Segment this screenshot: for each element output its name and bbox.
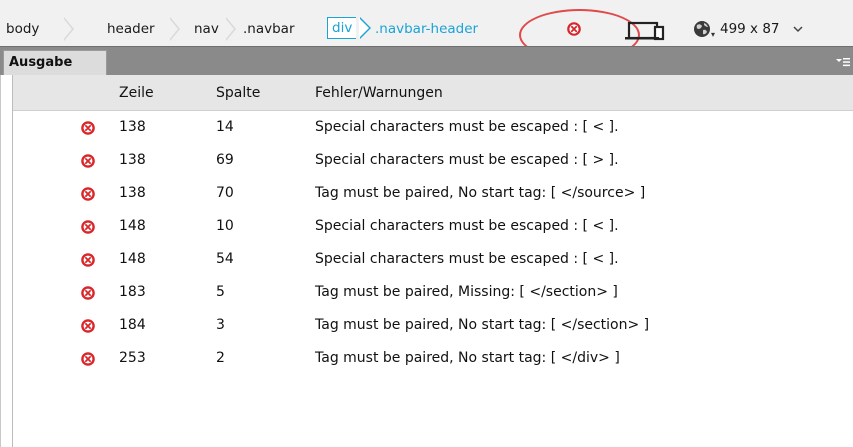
error-icon — [81, 220, 95, 234]
cell-message: Special characters must be escaped : [ >… — [315, 152, 619, 168]
crumb-body[interactable]: body — [6, 17, 39, 41]
crumb-navbar-header[interactable]: .navbar-header — [375, 17, 478, 41]
table-row[interactable]: 183 5 Tag must be paired, Missing: [ </sec… — [13, 276, 853, 309]
error-icon — [81, 154, 95, 168]
cell-column: 2 — [216, 350, 225, 366]
error-icon — [81, 121, 95, 135]
cell-line: 138 — [119, 152, 146, 168]
cell-line: 148 — [119, 251, 146, 267]
error-icon — [81, 286, 95, 300]
crumb-navbar[interactable]: .navbar — [243, 17, 295, 41]
cell-message: Special characters must be escaped : [ <… — [315, 251, 619, 267]
chevron-down-icon[interactable]: ▾ — [711, 31, 715, 39]
panel-tab-strip: Ausgabe — [0, 46, 853, 76]
cell-column: 10 — [216, 218, 234, 234]
error-icon — [81, 253, 95, 267]
table-row[interactable]: 138 70 Tag must be paired, No start tag: [… — [13, 177, 853, 210]
error-icon — [81, 319, 95, 333]
cell-column: 70 — [216, 185, 234, 201]
table-row[interactable]: 148 10 Special characters must be escaped … — [13, 210, 853, 243]
table-row[interactable]: 138 69 Special characters must be escaped … — [13, 144, 853, 177]
column-header-message[interactable]: Fehler/Warnungen — [315, 75, 443, 111]
crumb-nav[interactable]: nav — [194, 17, 219, 41]
crumb-separator — [63, 17, 74, 41]
table-header: Zeile Spalte Fehler/Warnungen — [13, 75, 853, 111]
table-row[interactable]: 148 54 Special characters must be escaped … — [13, 243, 853, 276]
panel-left-rail — [1, 75, 13, 447]
tab-ausgabe[interactable]: Ausgabe — [3, 50, 107, 76]
globe-icon[interactable] — [693, 20, 711, 38]
cell-message: Tag must be paired, No start tag: [ </se… — [315, 317, 650, 333]
panel-menu-icon[interactable] — [835, 56, 851, 68]
column-header-line[interactable]: Zeile — [119, 75, 154, 111]
cell-message: Tag must be paired, No start tag: [ </so… — [315, 185, 646, 201]
cell-column: 3 — [216, 317, 225, 333]
crumb-div-tag[interactable]: div — [327, 17, 357, 39]
cell-line: 148 — [119, 218, 146, 234]
cell-column: 69 — [216, 152, 234, 168]
error-icon — [81, 352, 95, 366]
cell-column: 14 — [216, 119, 234, 135]
table-row[interactable]: 253 2 Tag must be paired, No start tag: [ … — [13, 342, 853, 375]
device-preview-icon[interactable] — [621, 19, 669, 41]
validation-results: Zeile Spalte Fehler/Warnungen 138 14 Speci… — [0, 75, 853, 447]
cell-message: Tag must be paired, Missing: [ </section… — [315, 284, 618, 300]
chevron-down-icon[interactable] — [793, 24, 803, 34]
cell-column: 54 — [216, 251, 234, 267]
table-row[interactable]: 184 3 Tag must be paired, No start tag: [ … — [13, 309, 853, 342]
cell-line: 184 — [119, 317, 146, 333]
crumb-separator — [169, 17, 180, 41]
column-header-column[interactable]: Spalte — [216, 75, 260, 111]
error-icon — [81, 187, 95, 201]
tag-selector-bar: body header nav .navbar div .navbar-head… — [0, 0, 853, 61]
cell-line: 183 — [119, 284, 146, 300]
cell-message: Special characters must be escaped : [ <… — [315, 218, 619, 234]
cell-message: Tag must be paired, No start tag: [ </di… — [315, 350, 620, 366]
crumb-active-separator — [359, 17, 371, 39]
window-size-readout[interactable]: 499 x 87 — [720, 17, 780, 41]
cell-line: 253 — [119, 350, 146, 366]
crumb-header[interactable]: header — [107, 17, 155, 41]
cell-line: 138 — [119, 185, 146, 201]
crumb-separator — [225, 17, 236, 41]
table-row[interactable]: 138 14 Special characters must be escaped … — [13, 111, 853, 144]
cell-message: Special characters must be escaped : [ <… — [315, 119, 619, 135]
cell-line: 138 — [119, 119, 146, 135]
cell-column: 5 — [216, 284, 225, 300]
